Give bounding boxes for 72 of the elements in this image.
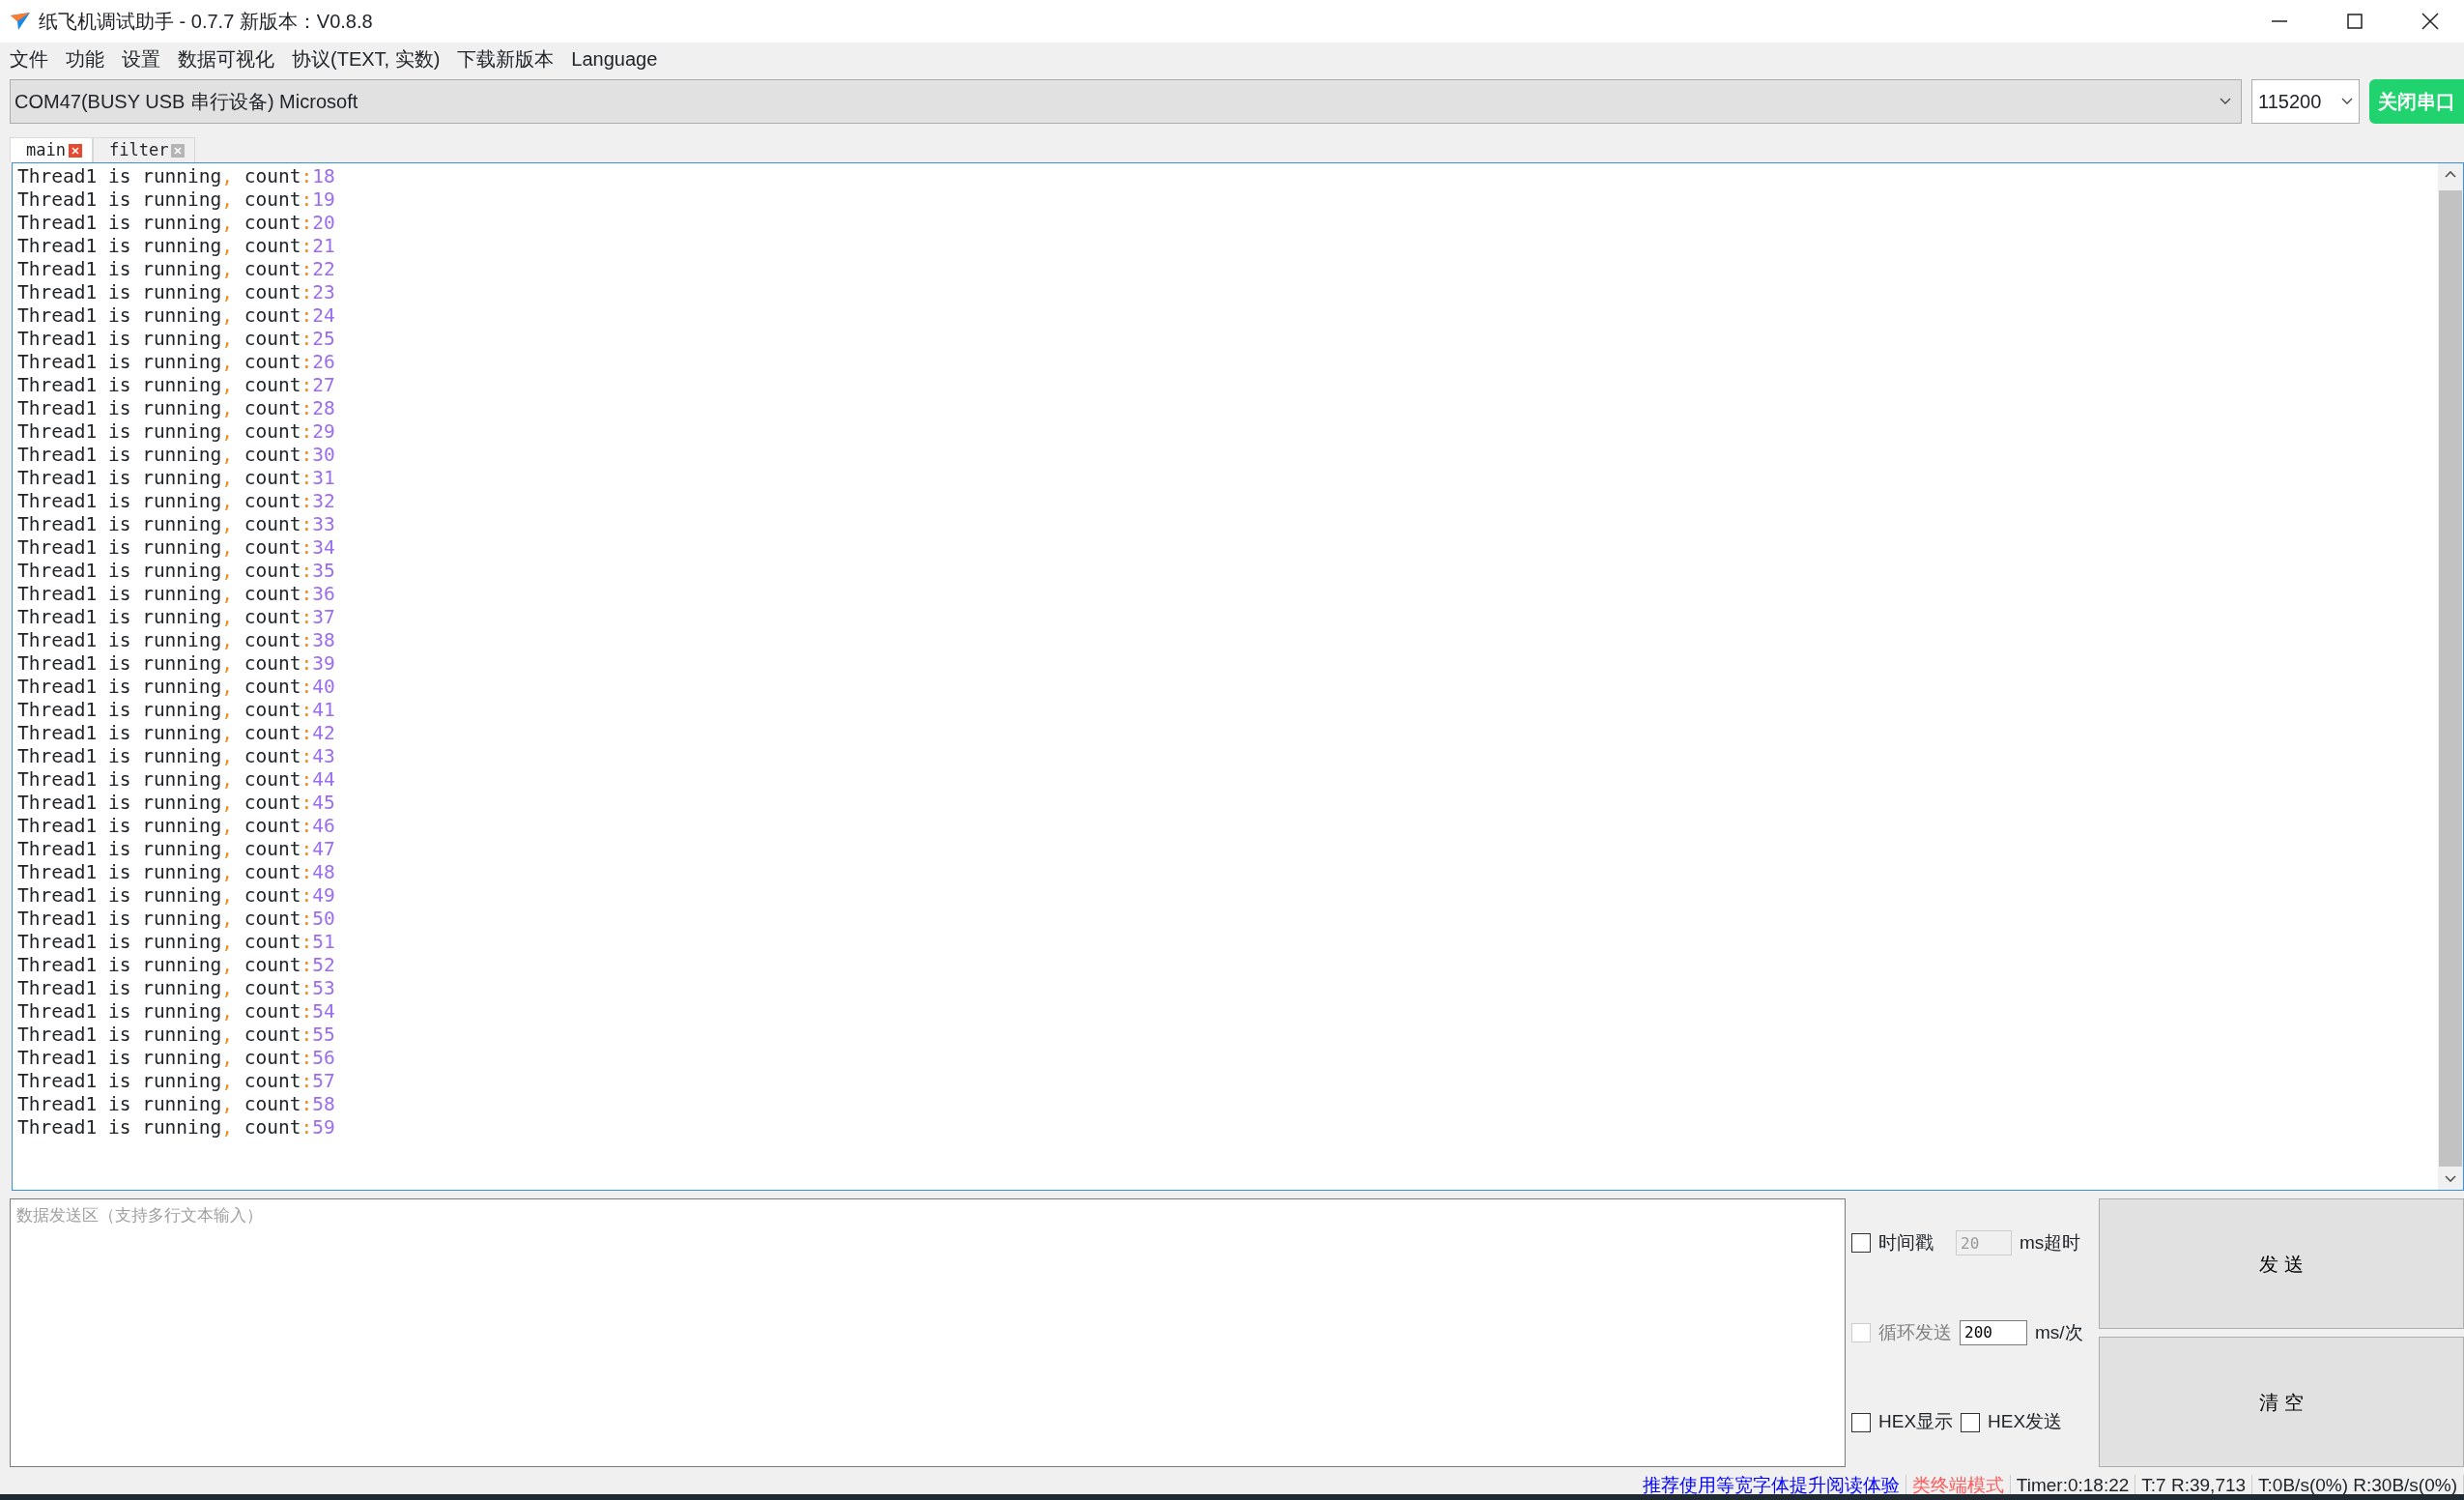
tab[interactable]: main	[10, 137, 93, 162]
log-line: Thread1 is running, count:30	[17, 444, 335, 467]
log-line: Thread1 is running, count:26	[17, 351, 335, 374]
log-line: Thread1 is running, count:57	[17, 1070, 335, 1093]
log-line: Thread1 is running, count:28	[17, 397, 335, 420]
scroll-up-icon[interactable]	[2444, 169, 2457, 179]
checkbox-label[interactable]: HEX显示	[1878, 1408, 1954, 1436]
log-line: Thread1 is running, count:50	[17, 908, 335, 931]
log-line: Thread1 is running, count:56	[17, 1047, 335, 1070]
log-line: Thread1 is running, count:58	[17, 1093, 335, 1116]
scroll-down-icon[interactable]	[2444, 1174, 2457, 1184]
unit-label: ms超时	[2020, 1231, 2081, 1255]
log-line: Thread1 is running, count:35	[17, 560, 335, 583]
log-line: Thread1 is running, count:21	[17, 235, 335, 258]
checkbox[interactable]	[1961, 1412, 1981, 1432]
menu-item[interactable]: 数据可视化	[178, 44, 274, 73]
chevron-down-icon	[2341, 98, 2353, 105]
baud-dropdown[interactable]: 115200	[2251, 79, 2360, 124]
log-line: Thread1 is running, count:25	[17, 328, 335, 351]
menu-item[interactable]: 功能	[66, 44, 104, 73]
close-icon[interactable]	[2419, 12, 2442, 31]
log-line: Thread1 is running, count:20	[17, 212, 335, 235]
log-line: Thread1 is running, count:24	[17, 304, 335, 328]
send-text-area[interactable]: 数据发送区（支持多行文本输入）	[10, 1198, 1846, 1467]
log-line: Thread1 is running, count:40	[17, 676, 335, 699]
log-line: Thread1 is running, count:37	[17, 606, 335, 629]
log-line: Thread1 is running, count:46	[17, 815, 335, 838]
log-line: Thread1 is running, count:43	[17, 745, 335, 768]
menu-item[interactable]: 下载新版本	[457, 44, 555, 73]
checkbox-label[interactable]: 时间戳	[1878, 1229, 1948, 1257]
log-line: Thread1 is running, count:23	[17, 281, 335, 304]
menu-item[interactable]: 设置	[122, 44, 160, 73]
log-line: Thread1 is running, count:55	[17, 1024, 335, 1047]
checkbox[interactable]	[1851, 1412, 1871, 1432]
log-line: Thread1 is running, count:22	[17, 258, 335, 281]
log-line: Thread1 is running, count:44	[17, 768, 335, 792]
log-line: Thread1 is running, count:29	[17, 420, 335, 444]
log-line: Thread1 is running, count:52	[17, 954, 335, 977]
log-line: Thread1 is running, count:53	[17, 977, 335, 1000]
paper-plane-icon	[10, 12, 31, 31]
menu-item[interactable]: Language	[571, 44, 658, 73]
clear-button[interactable]: 清 空	[2099, 1337, 2464, 1467]
chevron-down-icon	[2220, 98, 2231, 105]
log-line: Thread1 is running, count:38	[17, 629, 335, 652]
log-line: Thread1 is running, count:39	[17, 652, 335, 676]
log-line: Thread1 is running, count:54	[17, 1000, 335, 1024]
menu-item[interactable]: 文件	[10, 44, 48, 73]
log-line: Thread1 is running, count:32	[17, 490, 335, 513]
log-line: Thread1 is running, count:47	[17, 838, 335, 861]
window-title: 纸飞机调试助手 - 0.7.7 新版本：V0.8.8	[39, 10, 374, 34]
log-line: Thread1 is running, count:49	[17, 884, 335, 908]
checkbox[interactable]	[1851, 1233, 1871, 1254]
log-line: Thread1 is running, count:51	[17, 931, 335, 954]
send-button[interactable]: 发 送	[2099, 1198, 2464, 1329]
checkbox-label: 循环发送	[1878, 1320, 1952, 1344]
log-line: Thread1 is running, count:45	[17, 792, 335, 815]
log-line: Thread1 is running, count:36	[17, 583, 335, 606]
log-line: Thread1 is running, count:34	[17, 536, 335, 560]
log-line: Thread1 is running, count:48	[17, 861, 335, 884]
log-line: Thread1 is running, count:41	[17, 699, 335, 722]
unit-label: ms/次	[2035, 1320, 2083, 1344]
log-line: Thread1 is running, count:19	[17, 188, 335, 212]
log-line: Thread1 is running, count:27	[17, 374, 335, 397]
menu-item[interactable]: 协议(TEXT, 实数)	[292, 44, 441, 73]
checkbox-label[interactable]: HEX发送	[1988, 1408, 2063, 1436]
log-line: Thread1 is running, count:33	[17, 513, 335, 536]
log-line: Thread1 is running, count:31	[17, 467, 335, 490]
log-line: Thread1 is running, count:18	[17, 165, 335, 188]
log-line: Thread1 is running, count:59	[17, 1116, 335, 1139]
log-line: Thread1 is running, count:42	[17, 722, 335, 745]
port-dropdown[interactable]: COM47(BUSY USB 串行设备) Microsoft	[10, 79, 2242, 124]
tab[interactable]: filter	[92, 137, 196, 162]
